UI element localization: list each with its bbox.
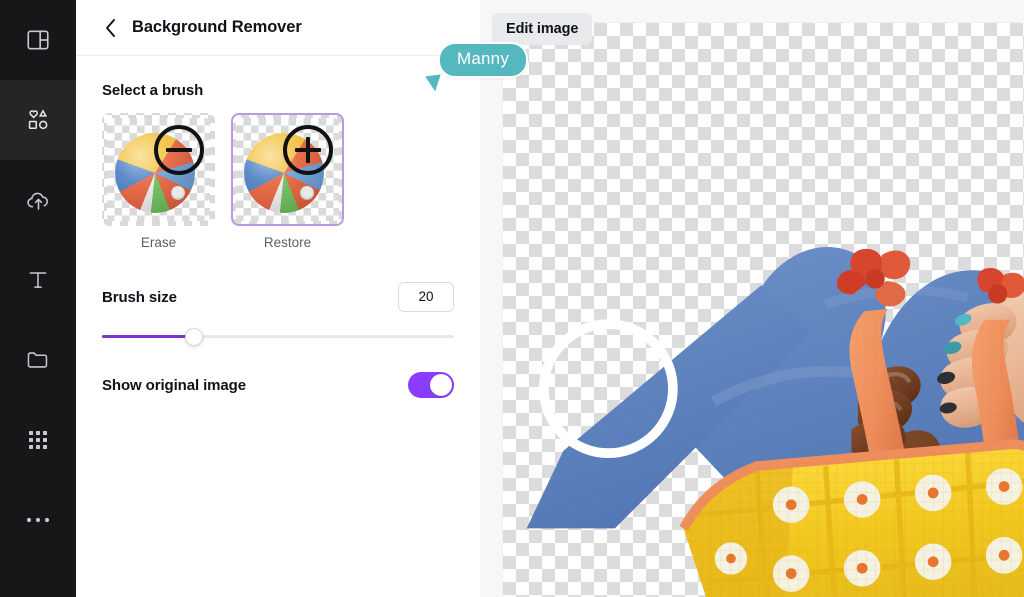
toggle-knob — [430, 374, 452, 396]
brush-option-restore[interactable]: Restore — [231, 113, 344, 250]
folder-icon — [25, 347, 51, 373]
app-root: Background Remover Select a brush Erase … — [0, 0, 1024, 597]
plus-icon — [283, 125, 333, 175]
brush-thumbnail-erase[interactable] — [102, 113, 215, 226]
brush-size-block: Brush size 20 — [102, 282, 454, 348]
background-remover-panel: Background Remover Select a brush Erase … — [76, 0, 529, 597]
grid-dots-icon — [27, 429, 49, 451]
select-brush-label: Select a brush — [102, 82, 204, 99]
sidebar-item-design-layout[interactable] — [0, 0, 76, 80]
brush-label-restore: Restore — [263, 235, 312, 250]
sidebar-item-more[interactable] — [0, 480, 76, 560]
show-original-label: Show original image — [102, 376, 246, 394]
panel-body: Select a brush Erase Restore Brush size … — [76, 56, 480, 398]
sidebar-item-elements[interactable] — [0, 80, 76, 160]
collaborator-name: Manny — [438, 42, 529, 78]
show-original-row: Show original image — [102, 372, 454, 398]
sidebar-item-apps[interactable] — [0, 400, 76, 480]
left-rail — [0, 0, 76, 597]
slider-thumb[interactable] — [184, 328, 203, 346]
brush-size-header: Brush size 20 — [102, 282, 454, 312]
brush-size-slider[interactable] — [102, 324, 454, 348]
edited-image[interactable] — [503, 23, 1024, 597]
brush-size-label: Brush size — [102, 288, 177, 306]
cloud-upload-icon — [25, 187, 52, 214]
canvas-area: Edit image — [480, 0, 1024, 597]
slider-fill — [102, 335, 194, 338]
ellipsis-icon — [26, 516, 50, 524]
sidebar-item-text[interactable] — [0, 240, 76, 320]
canvas-transparent-sheet[interactable] — [503, 23, 1024, 597]
brush-options: Erase Restore — [102, 113, 454, 250]
brush-option-erase[interactable]: Erase — [102, 113, 215, 250]
text-t-icon — [25, 267, 51, 293]
brush-label-erase: Erase — [140, 235, 177, 250]
page-title: Background Remover — [132, 18, 302, 36]
sidebar-item-projects[interactable] — [0, 320, 76, 400]
sidebar-item-uploads[interactable] — [0, 160, 76, 240]
panel-header: Background Remover — [76, 0, 480, 56]
edit-image-button[interactable]: Edit image — [492, 13, 593, 45]
brush-size-input[interactable]: 20 — [398, 282, 454, 312]
show-original-toggle[interactable] — [408, 372, 454, 398]
layout-icon — [25, 27, 51, 53]
collaborator-cursor-label: Manny — [425, 42, 529, 92]
chevron-left-icon[interactable] — [102, 18, 118, 37]
minus-icon — [154, 125, 204, 175]
shapes-icon — [25, 107, 51, 133]
brush-thumbnail-restore[interactable] — [231, 113, 344, 226]
